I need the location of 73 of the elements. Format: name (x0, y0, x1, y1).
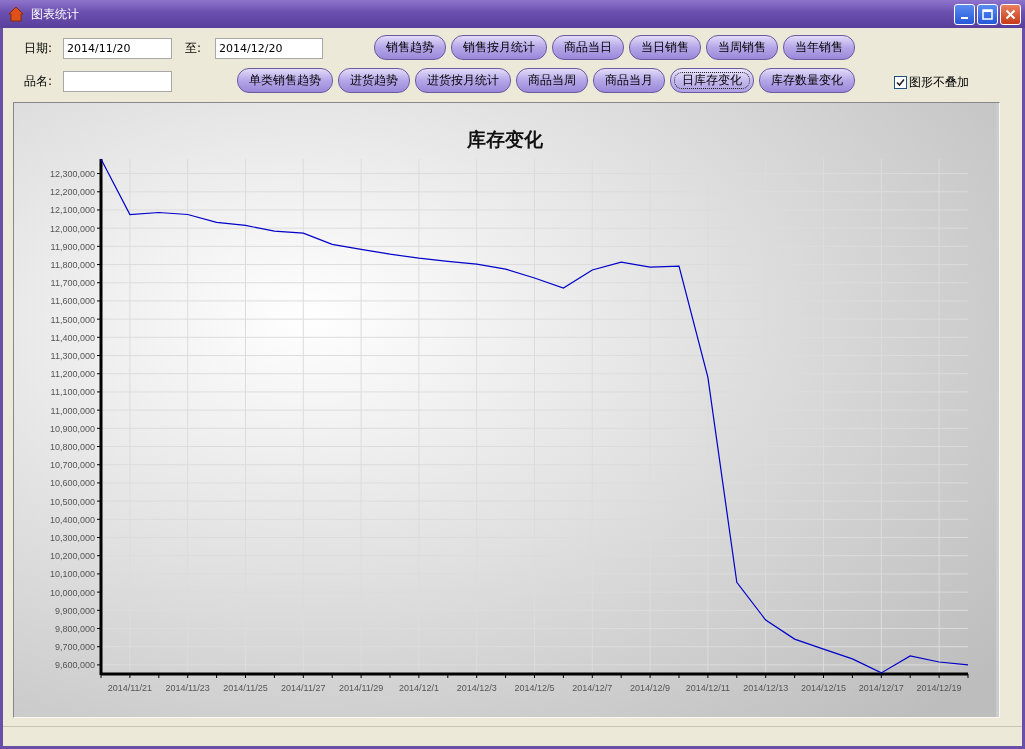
y-tick-label: 11,500,000 (50, 314, 95, 325)
y-tick-label: 10,100,000 (49, 569, 95, 580)
y-tick-label: 10,700,000 (49, 460, 95, 471)
x-tick-label: 2014/12/15 (801, 683, 846, 693)
overlay-checkbox[interactable]: 图形不叠加 (894, 74, 969, 91)
y-tick-label: 10,800,000 (49, 442, 95, 453)
chart-type-button[interactable]: 当日销售 (629, 35, 701, 60)
x-tick-label: 2014/12/13 (743, 683, 789, 693)
chart-type-button[interactable]: 当年销售 (783, 35, 855, 60)
y-tick-label: 12,000,000 (49, 223, 95, 234)
y-tick-label: 10,900,000 (49, 423, 95, 434)
maximize-button[interactable] (977, 3, 998, 25)
to-label: 至: (185, 40, 203, 57)
close-button[interactable] (1000, 3, 1021, 25)
y-tick-label: 11,800,000 (50, 260, 95, 271)
chart-type-button[interactable]: 进货趋势 (338, 68, 410, 93)
x-tick-label: 2014/11/29 (338, 683, 384, 693)
chart-type-button[interactable]: 销售按月统计 (451, 35, 547, 60)
chart-type-button[interactable]: 当周销售 (706, 35, 778, 60)
house-icon (8, 6, 24, 22)
chart-title: 库存变化 (467, 128, 543, 150)
y-tick-label: 11,400,000 (50, 332, 95, 343)
y-tick-label: 10,500,000 (49, 496, 95, 507)
chart-type-button[interactable]: 单类销售趋势 (237, 68, 333, 93)
y-tick-label: 11,200,000 (50, 369, 95, 380)
y-tick-label: 10,400,000 (49, 514, 95, 525)
chart-type-button[interactable]: 销售趋势 (374, 35, 446, 60)
minimize-icon (961, 17, 968, 19)
y-tick-label: 9,700,000 (54, 642, 95, 653)
x-tick-label: 2014/12/1 (398, 683, 439, 693)
y-tick-label: 11,100,000 (50, 387, 95, 398)
checkmark-icon (896, 78, 905, 87)
x-tick-label: 2014/11/27 (281, 683, 326, 693)
x-tick-label: 2014/12/5 (514, 683, 555, 693)
y-tick-label: 11,600,000 (50, 296, 95, 307)
y-tick-label: 11,700,000 (50, 278, 95, 289)
y-tick-label: 10,600,000 (49, 478, 95, 489)
chart-type-button[interactable]: 商品当日 (552, 35, 624, 60)
date-label: 日期: (24, 40, 54, 57)
x-tick-label: 2014/12/7 (572, 683, 613, 693)
minimize-button[interactable] (954, 3, 975, 25)
y-tick-label: 11,000,000 (50, 405, 95, 416)
y-tick-label: 10,000,000 (49, 587, 95, 598)
chart-type-button[interactable]: 商品当周 (516, 68, 588, 93)
x-tick-label: 2014/11/25 (223, 683, 268, 693)
y-tick-label: 12,200,000 (49, 187, 95, 198)
y-tick-label: 10,300,000 (49, 533, 95, 543)
chart-type-button[interactable]: 日库存变化 (670, 68, 754, 93)
y-tick-label: 11,300,000 (50, 351, 95, 362)
y-tick-label: 9,800,000 (54, 624, 95, 634)
x-tick-label: 2014/12/11 (685, 683, 731, 693)
maximize-icon (982, 8, 993, 20)
product-name-label: 品名: (24, 73, 54, 90)
chart-type-button[interactable]: 库存数量变化 (759, 68, 855, 93)
chart-type-button[interactable]: 商品当月 (593, 68, 665, 93)
chart-type-button[interactable]: 进货按月统计 (415, 68, 511, 93)
x-tick-label: 2014/12/3 (456, 683, 497, 693)
y-tick-label: 12,300,000 (49, 169, 95, 180)
x-tick-label: 2014/11/21 (107, 683, 153, 693)
x-tick-label: 2014/12/17 (858, 683, 904, 693)
window-title: 图表统计 (31, 5, 80, 23)
y-tick-label: 9,900,000 (54, 605, 95, 616)
x-tick-label: 2014/11/23 (165, 683, 210, 693)
y-tick-label: 9,600,000 (54, 660, 95, 671)
y-tick-label: 10,200,000 (49, 551, 95, 562)
date-to-field[interactable]: 2014/12/20 (215, 38, 323, 59)
product-name-field[interactable] (63, 71, 172, 92)
x-tick-label: 2014/12/9 (630, 683, 671, 693)
close-icon (1005, 8, 1016, 20)
x-tick-label: 2014/12/19 (916, 683, 962, 693)
date-from-field[interactable]: 2014/11/20 (63, 38, 172, 59)
y-tick-label: 11,900,000 (50, 241, 95, 252)
y-tick-label: 12,100,000 (49, 205, 95, 216)
